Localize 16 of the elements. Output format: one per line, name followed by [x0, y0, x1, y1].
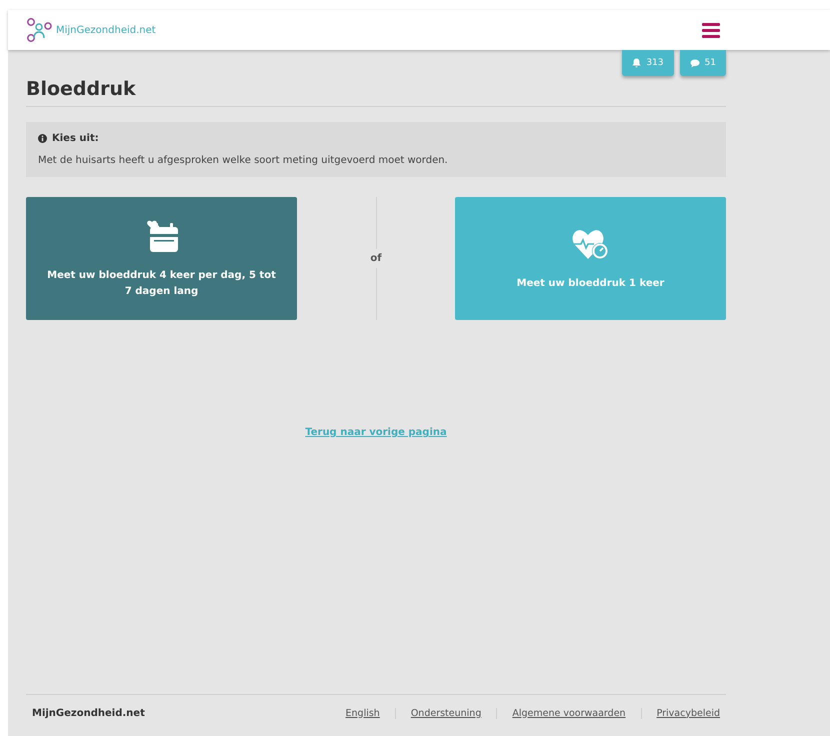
footer-link[interactable]: Algemene voorwaarden — [496, 708, 641, 718]
footer-link[interactable]: Privacybeleid — [640, 708, 720, 718]
logo-icon — [26, 18, 52, 42]
menu-button[interactable] — [702, 22, 720, 38]
footer-brand: MijnGezondheid.net — [32, 708, 145, 718]
info-icon — [38, 134, 47, 143]
speech-bubble-icon — [690, 58, 700, 68]
logo-text[interactable]: MijnGezondheid.net — [56, 24, 156, 36]
footer-link[interactable]: Ondersteuning — [394, 708, 496, 718]
bell-icon — [632, 58, 642, 68]
footer-link[interactable]: English — [330, 708, 395, 718]
separator-text: of — [370, 249, 382, 268]
page-title: Bloeddruk — [26, 76, 726, 107]
notice-heading: Kies uit: — [52, 133, 99, 144]
option-card[interactable]: Meet uw bloeddruk 4 keer per dag, 5 tot 7 dagen lang — [26, 197, 297, 320]
notice-text: Met de huisarts heeft u afgesproken welke soort meting uitgevoerd moet worden. — [38, 155, 449, 166]
